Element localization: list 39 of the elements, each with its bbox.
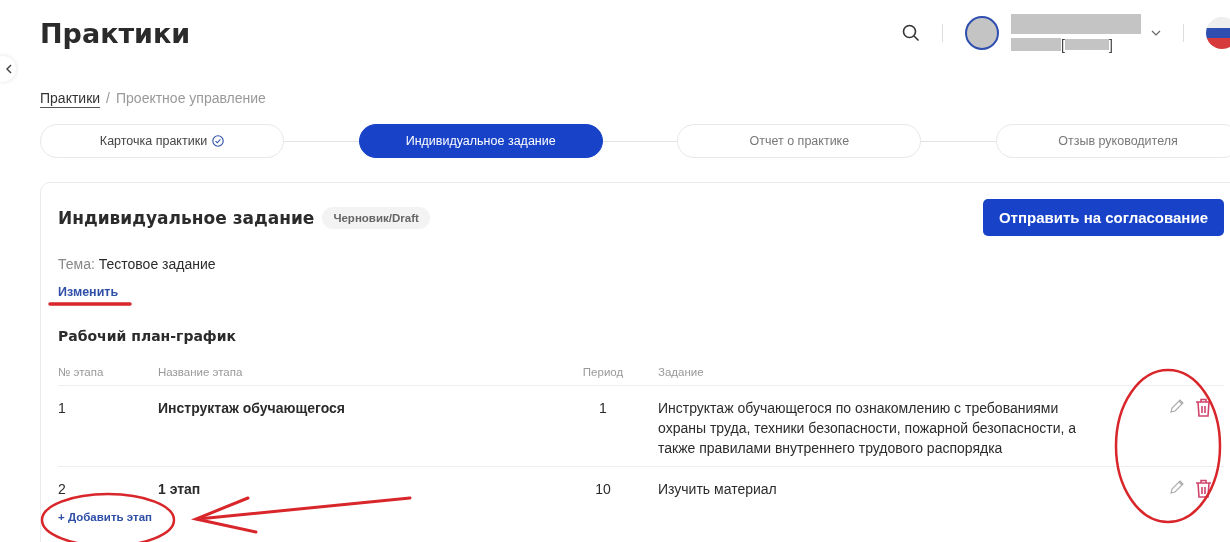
table-cell: 1	[548, 386, 658, 467]
column-header: Название этапа	[158, 366, 548, 386]
submit-button[interactable]: Отправить на согласование	[982, 199, 1224, 236]
column-header: Задание	[658, 366, 1108, 386]
breadcrumb-link[interactable]: Практики	[40, 90, 101, 106]
topic-label: Тема:	[58, 256, 95, 272]
page-title: Практики	[40, 17, 192, 49]
status-badge: Черновик/Draft	[322, 206, 430, 229]
step-tab[interactable]: Индивидуальное задание	[358, 124, 603, 158]
search-icon[interactable]	[902, 24, 920, 42]
card-title: Индивидуальное задание	[58, 207, 315, 228]
table-cell-text: 1 этап	[158, 480, 202, 499]
table-cell: Инструктаж обучающегося	[158, 386, 548, 467]
breadcrumb-text: /	[106, 90, 110, 106]
column-header: Период	[548, 366, 658, 386]
chevron-down-icon[interactable]	[1151, 30, 1161, 36]
flag-icon[interactable]	[1206, 17, 1230, 49]
redaction-block	[1064, 39, 1109, 50]
table-cell-text: Изучить материал	[658, 480, 778, 499]
chevron-left-icon	[6, 64, 12, 74]
section-title: Рабочий план-график	[58, 328, 238, 344]
column-header: № этапа	[58, 366, 158, 386]
trash-icon[interactable]	[1195, 398, 1212, 417]
bracket-text: ]	[1108, 36, 1113, 53]
table-cell-text: 10	[594, 480, 612, 499]
table-cell: 1	[58, 386, 158, 467]
step-tab[interactable]: Отзыв руководителя	[996, 124, 1230, 158]
trash-icon[interactable]	[1195, 479, 1212, 498]
topic-value: Тестовое задание	[98, 256, 216, 272]
breadcrumb-text: Проектное управление	[116, 90, 266, 106]
step-tab[interactable]: Отчет о практике	[677, 124, 922, 158]
add-stage-link[interactable]: + Добавить этап	[58, 511, 152, 523]
table-cell: Инструктаж обучающегося по ознакомлению с требованиями охраны труда, техники безопасности, пожарной безопасности, а также правилами внутреннего трудового распорядка	[658, 386, 1108, 467]
table-cell-text: 2	[58, 480, 67, 499]
bracket-text: [	[1061, 36, 1065, 53]
redaction-block	[1011, 38, 1061, 51]
user-avatar[interactable]	[965, 16, 999, 50]
step-tab[interactable]: Карточка практики	[40, 124, 284, 158]
edit-link[interactable]: Изменить	[58, 285, 119, 299]
